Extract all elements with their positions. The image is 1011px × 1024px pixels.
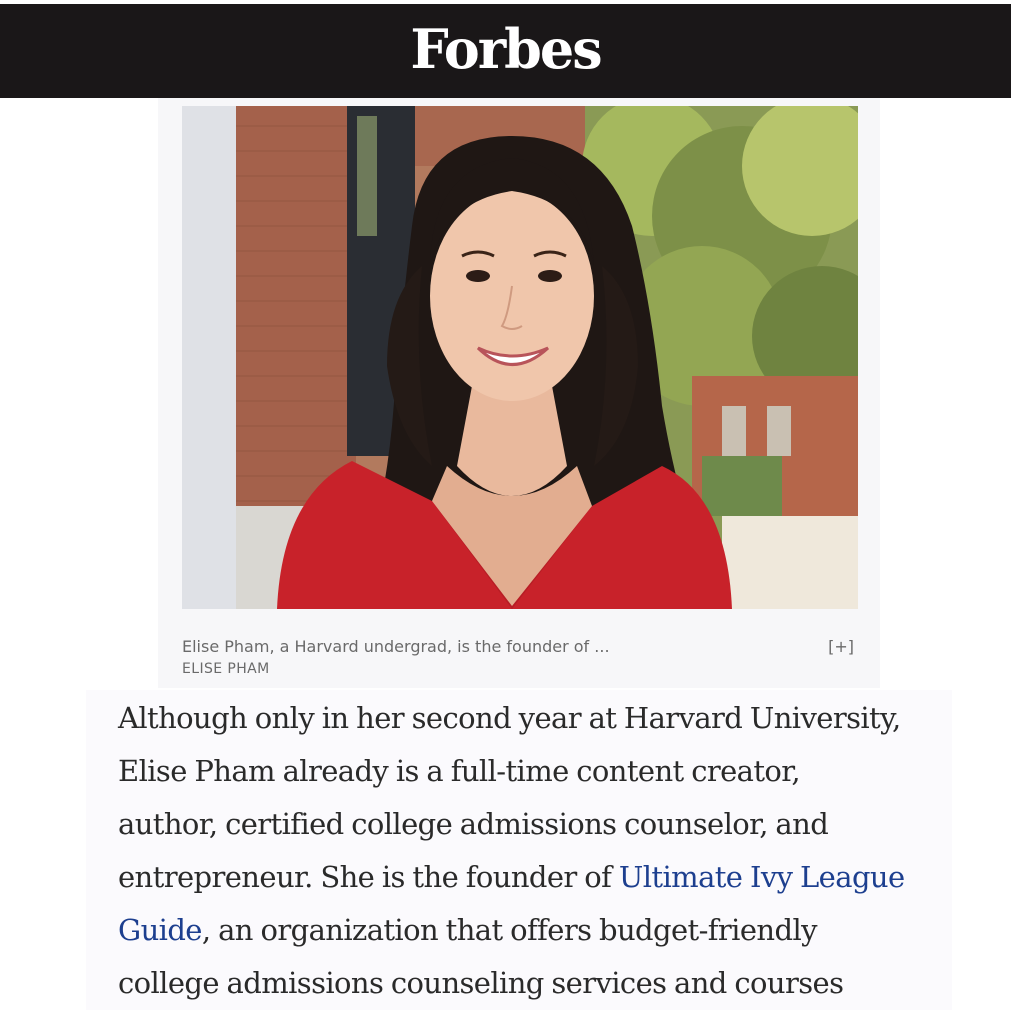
article-body: Although only in her second year at Harv… (118, 692, 938, 1010)
article-text: entrepreneur. She is the founder of (118, 860, 619, 894)
caption-expand-button[interactable]: [+] (828, 636, 854, 658)
caption-text: Elise Pham, a Harvard undergrad, is the … (182, 637, 610, 656)
article-line: entrepreneur. She is the founder of Ulti… (118, 851, 938, 904)
article-line: college admissions counseling services a… (118, 966, 844, 1000)
article-line: Elise Pham already is a full-time conten… (118, 754, 801, 788)
article-line: author, certified college admissions cou… (118, 807, 829, 841)
forbes-logo[interactable]: Forbes (410, 22, 602, 76)
article-text: , an organization that offers budget-fri… (201, 913, 818, 947)
photo-credit: ELISE PHAM (182, 661, 270, 677)
article-photo[interactable] (182, 106, 858, 609)
photo-caption: Elise Pham, a Harvard undergrad, is the … (182, 636, 858, 680)
site-header: Forbes (0, 4, 1011, 98)
article-line: Guide, an organization that offers budge… (118, 904, 938, 957)
article-line: Although only in her second year at Harv… (118, 701, 901, 735)
ultimate-ivy-league-guide-link-continued[interactable]: Guide (118, 913, 202, 947)
ultimate-ivy-league-guide-link[interactable]: Ultimate Ivy League (619, 860, 905, 894)
portrait-photo-illustration (182, 106, 858, 609)
